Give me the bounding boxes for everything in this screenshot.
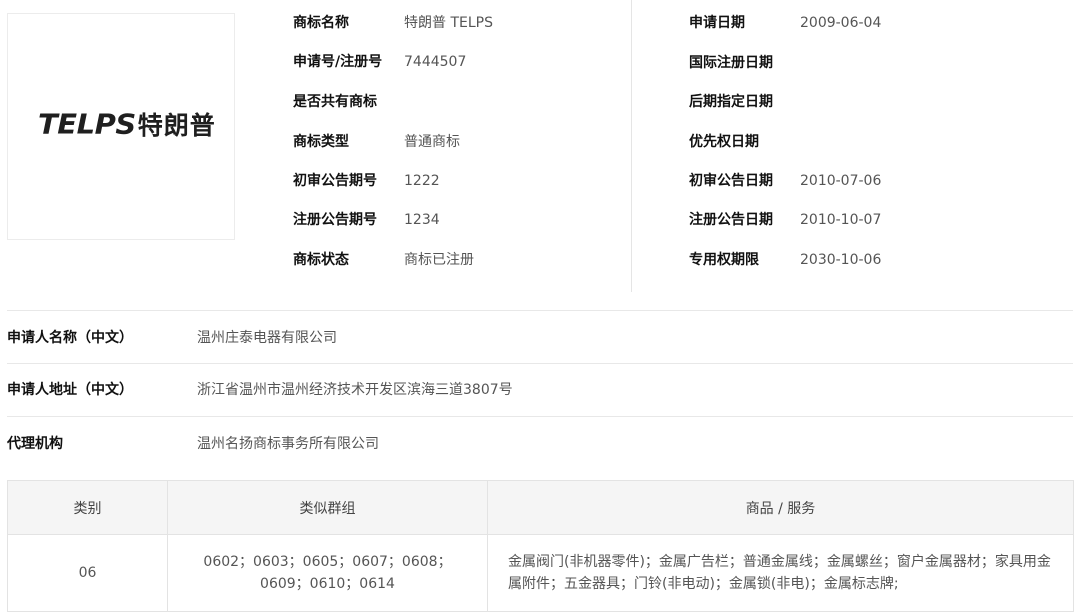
row-divider: [7, 310, 1073, 311]
cell-category: 06: [7, 534, 168, 612]
header-category: 类别: [7, 480, 168, 535]
logo-latin-text: TELPS: [38, 107, 136, 141]
info-label: 注册公告日期: [689, 212, 773, 228]
info-value: 特朗普 TELPS: [404, 15, 493, 31]
trademark-logo-image: TELPS特朗普: [7, 13, 235, 240]
info-value: 2009-06-04: [800, 15, 882, 31]
info-value: 2030-10-06: [800, 252, 882, 268]
info-value: 普通商标: [404, 134, 460, 150]
info-label: 注册公告期号: [293, 212, 377, 228]
info-label: 申请号/注册号: [293, 54, 383, 70]
detail-label: 申请人名称（中文）: [7, 330, 133, 346]
info-label: 后期指定日期: [689, 94, 773, 110]
info-label: 商标名称: [293, 15, 349, 31]
goods-services-table: 类别 类似群组 商品 / 服务 06 0602；0603；0605；0607；0…: [7, 480, 1074, 612]
info-label: 优先权日期: [689, 134, 759, 150]
header-similar-groups: 类似群组: [167, 480, 488, 535]
column-divider: [631, 0, 632, 292]
info-label: 国际注册日期: [689, 55, 773, 71]
row-divider: [7, 363, 1073, 364]
info-label: 初审公告日期: [689, 173, 773, 189]
info-value: 7444507: [404, 54, 467, 70]
detail-value: 温州庄泰电器有限公司: [197, 330, 337, 346]
detail-value: 温州名扬商标事务所有限公司: [197, 436, 379, 452]
info-value: 2010-10-07: [800, 212, 882, 228]
info-value: 1234: [404, 212, 440, 228]
info-label: 商标类型: [293, 134, 349, 150]
info-value: 2010-07-06: [800, 173, 882, 189]
info-label: 是否共有商标: [293, 94, 377, 110]
detail-label: 申请人地址（中文）: [7, 382, 133, 398]
info-value: 商标已注册: [404, 252, 474, 268]
table-row: 06 0602；0603；0605；0607；0608；0609；0610；06…: [7, 534, 1074, 612]
detail-label: 代理机构: [7, 436, 63, 452]
info-value: 1222: [404, 173, 440, 189]
info-label: 初审公告期号: [293, 173, 377, 189]
cell-goods-services: 金属阀门(非机器零件)；金属广告栏；普通金属线；金属螺丝；窗户金属器材；家具用金…: [487, 534, 1074, 612]
cell-similar-groups: 0602；0603；0605；0607；0608；0609；0610；0614: [167, 534, 488, 612]
info-label: 商标状态: [293, 252, 349, 268]
info-label: 申请日期: [689, 15, 745, 31]
table-header-row: 类别 类似群组 商品 / 服务: [7, 480, 1074, 535]
logo-chinese-text: 特朗普: [137, 111, 216, 140]
header-goods-services: 商品 / 服务: [487, 480, 1074, 535]
trademark-logo-art: TELPS特朗普: [38, 110, 216, 139]
detail-value: 浙江省温州市温州经济技术开发区滨海三道3807号: [197, 382, 513, 398]
info-label: 专用权期限: [689, 252, 759, 268]
row-divider: [7, 416, 1073, 417]
